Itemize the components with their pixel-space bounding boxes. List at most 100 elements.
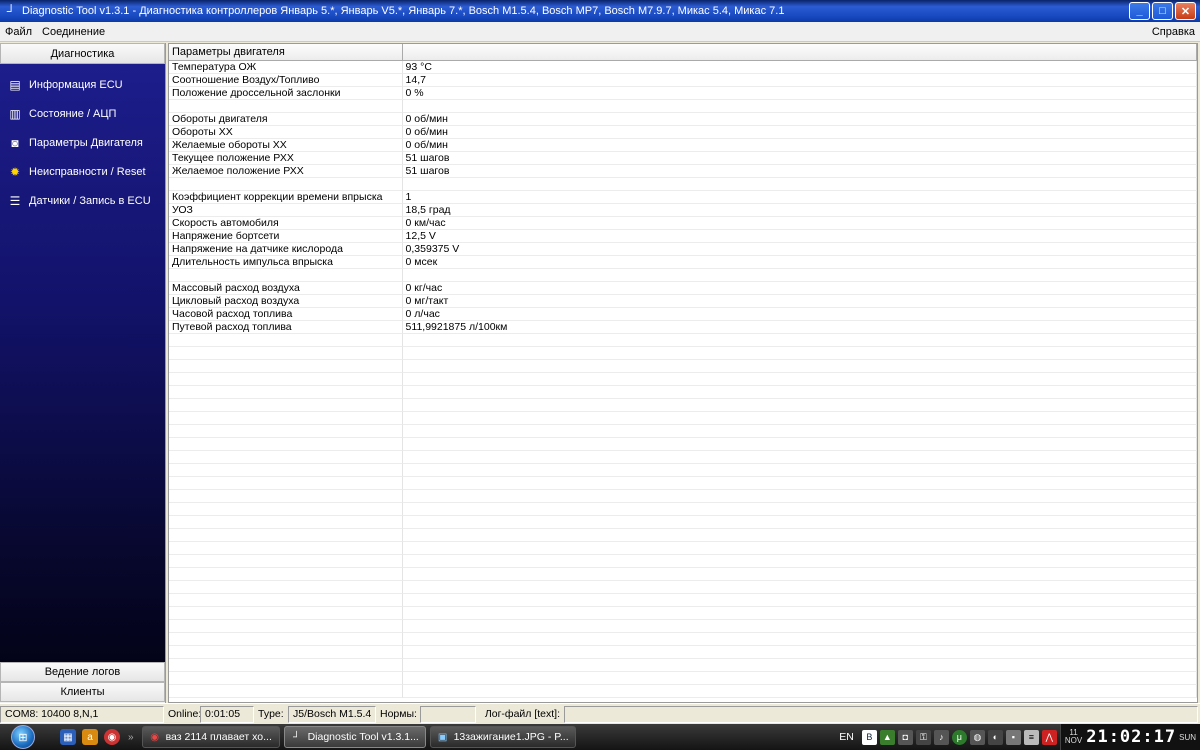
table-row[interactable]: Обороты ХХ 0 об/мин: [169, 126, 1197, 139]
sidebar-header-diagnostics[interactable]: Диагностика: [0, 43, 165, 64]
table-row[interactable]: [169, 360, 1197, 373]
table-row[interactable]: [169, 347, 1197, 360]
table-row[interactable]: Часовой расход топлива 0 л/час: [169, 308, 1197, 321]
table-row[interactable]: [169, 581, 1197, 594]
menu-connection[interactable]: Соединение: [37, 26, 110, 38]
menu-help[interactable]: Справка: [1147, 26, 1200, 38]
table-row[interactable]: Положение дроссельной заслонки 0 %: [169, 87, 1197, 100]
sidebar-item-ecu-info[interactable]: ▤ Информация ECU: [0, 70, 165, 99]
table-row[interactable]: [169, 412, 1197, 425]
sidebar-item-engine-params[interactable]: ◙ Параметры Двигателя: [0, 128, 165, 157]
table-row[interactable]: УОЗ 18,5 град: [169, 204, 1197, 217]
table-row[interactable]: Напряжение бортсети 12,5 V: [169, 230, 1197, 243]
table-row[interactable]: Коэффициент коррекции времени впрыска 1: [169, 191, 1197, 204]
table-row[interactable]: [169, 425, 1197, 438]
tray-b-icon[interactable]: B: [861, 729, 877, 745]
table-row[interactable]: Температура ОЖ 93 °C: [169, 61, 1197, 74]
table-row[interactable]: Длительность импульса впрыска 0 мсек: [169, 256, 1197, 269]
param-value-cell: [402, 568, 1197, 581]
table-row[interactable]: [169, 438, 1197, 451]
table-row[interactable]: [169, 529, 1197, 542]
table-row[interactable]: [169, 100, 1197, 113]
table-row[interactable]: [169, 594, 1197, 607]
table-row[interactable]: [169, 633, 1197, 646]
table-row[interactable]: [169, 685, 1197, 698]
chrome-icon[interactable]: ◉: [104, 729, 120, 745]
param-value-cell: [402, 555, 1197, 568]
table-row[interactable]: [169, 399, 1197, 412]
table-row[interactable]: [169, 620, 1197, 633]
language-indicator[interactable]: EN: [839, 731, 854, 743]
show-desktop-icon[interactable]: ▦: [60, 729, 76, 745]
param-name-cell: [169, 477, 403, 490]
tray-app-icon[interactable]: ▪: [1005, 729, 1021, 745]
table-row[interactable]: [169, 555, 1197, 568]
sidebar-item-sensors-write[interactable]: ☰ Датчики / Запись в ECU: [0, 186, 165, 215]
table-row[interactable]: Путевой расход топлива 511,9921875 л/100к…: [169, 321, 1197, 334]
tray-app-icon[interactable]: ≡: [1023, 729, 1039, 745]
table-row[interactable]: [169, 568, 1197, 581]
param-name-cell: [169, 360, 403, 373]
table-row[interactable]: [169, 451, 1197, 464]
table-row[interactable]: [169, 178, 1197, 191]
network-icon[interactable]: ▲: [879, 729, 895, 745]
table-row[interactable]: [169, 269, 1197, 282]
table-row[interactable]: [169, 646, 1197, 659]
table-row[interactable]: [169, 477, 1197, 490]
tray-app-icon[interactable]: ◐: [987, 729, 1003, 745]
taskbar-window-diagnostic-tool[interactable]: ┘ Diagnostic Tool v1.3.1...: [283, 726, 426, 748]
table-row[interactable]: [169, 607, 1197, 620]
table-row[interactable]: [169, 516, 1197, 529]
table-row[interactable]: [169, 490, 1197, 503]
taskbar-window-label: ваз 2114 плавает хо...: [165, 731, 272, 743]
chrome-icon: ◉: [150, 731, 159, 743]
tray-app-icon[interactable]: ◘: [897, 729, 913, 745]
table-row[interactable]: [169, 334, 1197, 347]
table-row[interactable]: [169, 373, 1197, 386]
table-row[interactable]: [169, 659, 1197, 672]
table-row[interactable]: Соотношение Воздух/Топливо 14,7: [169, 74, 1197, 87]
close-button[interactable]: ✕: [1175, 2, 1196, 20]
tray-app-icon[interactable]: ◍: [969, 729, 985, 745]
table-row[interactable]: [169, 672, 1197, 685]
param-value-cell: 93 °C: [402, 61, 1197, 74]
sidebar-item-label: Датчики / Запись в ECU: [29, 194, 151, 207]
menu-file[interactable]: Файл: [0, 26, 37, 38]
table-row[interactable]: [169, 503, 1197, 516]
param-value-cell: [402, 334, 1197, 347]
table-row[interactable]: Цикловый расход воздуха 0 мг/такт: [169, 295, 1197, 308]
sidebar-item-faults-reset[interactable]: ✹ Неисправности / Reset: [0, 157, 165, 186]
grid-header-value[interactable]: [402, 44, 1197, 61]
table-row[interactable]: Желаемое положение РХХ 51 шагов: [169, 165, 1197, 178]
grid-header-param[interactable]: Параметры двигателя: [169, 44, 403, 61]
table-row[interactable]: Скорость автомобиля 0 км/час: [169, 217, 1197, 230]
sidebar-item-label: Информация ECU: [29, 78, 123, 91]
clock[interactable]: 11 NOV 21:02:17 SUN: [1059, 724, 1200, 750]
param-value-cell: [402, 503, 1197, 516]
table-row[interactable]: Текущее положение РХХ 51 шагов: [169, 152, 1197, 165]
param-name-cell: [169, 685, 403, 698]
taskbar-window-paint[interactable]: ▣ 13зажигание1.JPG - P...: [429, 726, 576, 748]
table-row[interactable]: [169, 542, 1197, 555]
table-row[interactable]: [169, 386, 1197, 399]
avast-icon[interactable]: a: [82, 729, 98, 745]
sidebar-item-state-adc[interactable]: ▥ Состояние / АЦП: [0, 99, 165, 128]
minimize-button[interactable]: _: [1129, 2, 1150, 20]
safely-remove-icon[interactable]: ⚿: [915, 729, 931, 745]
utorrent-icon[interactable]: μ: [951, 729, 967, 745]
table-row[interactable]: Обороты двигателя 0 об/мин: [169, 113, 1197, 126]
sidebar-clients-button[interactable]: Клиенты: [0, 682, 165, 702]
volume-icon[interactable]: ♪: [933, 729, 949, 745]
taskbar-window-browser[interactable]: ◉ ваз 2114 плавает хо...: [141, 726, 280, 748]
table-row[interactable]: Массовый расход воздуха 0 кг/час: [169, 282, 1197, 295]
param-value-cell: [402, 100, 1197, 113]
maximize-button[interactable]: □: [1152, 2, 1173, 20]
avira-icon[interactable]: ⋀: [1041, 729, 1057, 745]
sidebar-logs-button[interactable]: Ведение логов: [0, 662, 165, 682]
table-row[interactable]: [169, 464, 1197, 477]
param-name-cell: [169, 347, 403, 360]
taskbar-overflow-icon[interactable]: »: [128, 732, 134, 743]
table-row[interactable]: Напряжение на датчике кислорода 0,359375 …: [169, 243, 1197, 256]
table-row[interactable]: Желаемые обороты ХХ 0 об/мин: [169, 139, 1197, 152]
start-button[interactable]: ⊞: [0, 724, 46, 750]
